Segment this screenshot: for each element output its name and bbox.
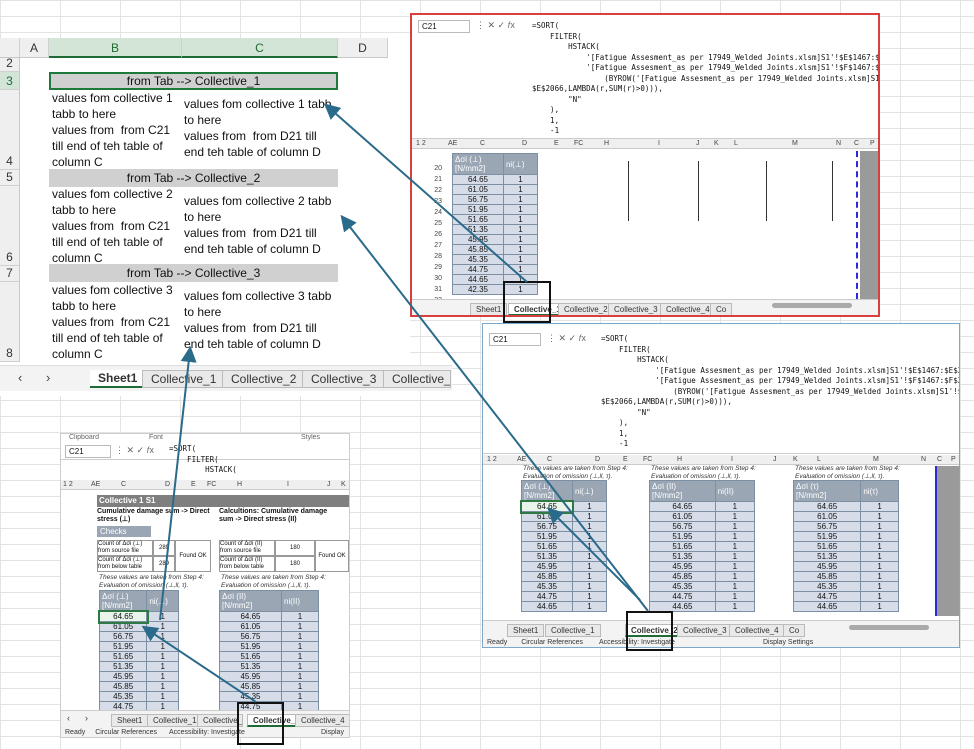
connector-arrows <box>141 103 649 703</box>
arrow-collective-1 <box>323 103 528 283</box>
arrow-collective-3-up <box>159 346 197 621</box>
arrow-collective-3 <box>141 625 257 703</box>
arrow-collective-2 <box>340 214 649 612</box>
arrow-collective-2-cell <box>547 507 641 601</box>
